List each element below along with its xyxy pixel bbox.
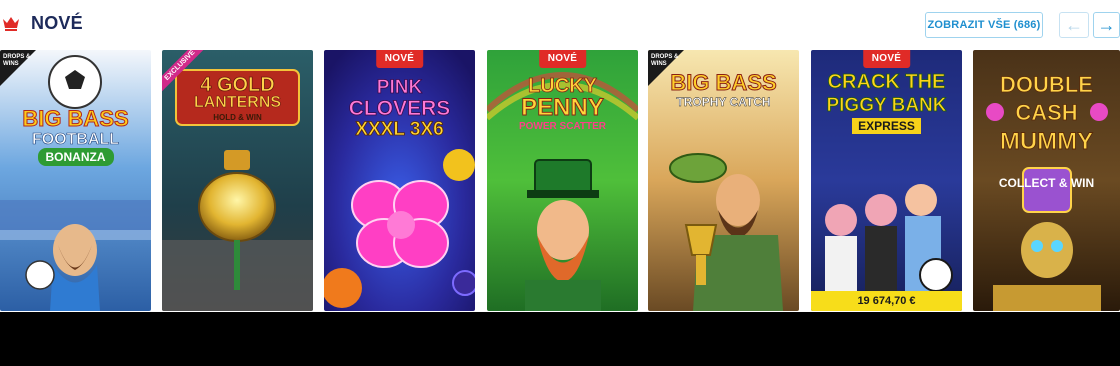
new-tag: NOVÉ (375, 50, 424, 68)
bottom-black-bar (0, 312, 1120, 366)
game-title-line3: XXXL 3X6 (355, 119, 444, 140)
game-tile-pink-clovers[interactable]: NOVÉ PINK CLOVERS XXXL 3X6 (324, 50, 475, 311)
jackpot-amount: 19 674,70 € (811, 291, 962, 311)
game-title-line2: CLOVERS (348, 97, 451, 120)
game-subtitle: COLLECT & WIN (998, 176, 1095, 190)
arrow-right-icon: → (1097, 14, 1116, 35)
game-title-line1: PINK (376, 77, 423, 98)
game-title-line2: FOOTBALL (31, 131, 120, 148)
section-header: NOVÉ ZOBRAZIT VŠE (686) ← → (0, 0, 1120, 50)
game-title-line2: PIGGY BANK (826, 95, 947, 116)
game-tile-big-bass-trophy-catch[interactable]: DROPS & WINS BIG BASS TROPHY CATCH (648, 50, 799, 311)
game-title-line3: BONANZA (0, 148, 151, 166)
game-title-line2: CASH (1015, 100, 1078, 125)
game-tile-lucky-penny[interactable]: NOVÉ LUCKY PENNY POWER SCATTER (487, 50, 638, 311)
games-carousel: DROPS & WINS BIG BASS FOOTBALL BONANZA E… (0, 50, 1120, 312)
game-title-line1: BIG BASS (22, 106, 129, 131)
game-tile-4-gold-lanterns[interactable]: EXCLUSIVE 4 GOLD LANTERNS HOLD & WIN (162, 50, 313, 311)
game-tile-double-cash-mummy[interactable]: DOUBLE CASH MUMMY COLLECT & WIN (973, 50, 1120, 311)
drops-wins-label: DROPS & WINS (3, 54, 31, 67)
drops-wins-label: DROPS & WINS (651, 54, 679, 67)
game-title-line3: HOLD & WIN (213, 113, 262, 122)
game-title-line2: PENNY (521, 94, 605, 121)
game-art (0, 50, 151, 311)
crown-icon (2, 14, 20, 32)
new-games-section: NOVÉ ZOBRAZIT VŠE (686) ← → DROPS & WINS… (0, 0, 1120, 312)
game-title-line2: LANTERNS (193, 94, 282, 111)
game-title-line3: EXPRESS (811, 118, 962, 134)
game-title-line3: POWER SCATTER (518, 121, 607, 132)
game-title-line3: MUMMY (999, 128, 1094, 155)
new-tag: NOVÉ (862, 50, 911, 68)
prev-button[interactable]: ← (1059, 12, 1089, 38)
arrow-left-icon: ← (1065, 14, 1083, 35)
game-tile-crack-the-piggy-bank[interactable]: NOVÉ CRACK THE PIGGY BANK EXPRESS 19 674… (811, 50, 962, 311)
show-all-button[interactable]: ZOBRAZIT VŠE (686) (925, 12, 1043, 38)
game-title-line1: 4 GOLD (200, 74, 275, 96)
game-title-line1: LUCKY (528, 75, 598, 97)
game-title-line2: TROPHY CATCH (676, 95, 771, 109)
game-tile-big-bass-football[interactable]: DROPS & WINS BIG BASS FOOTBALL BONANZA (0, 50, 151, 311)
game-title-line1: CRACK THE (827, 71, 946, 93)
new-tag: NOVÉ (538, 50, 587, 68)
next-button[interactable]: → (1093, 12, 1120, 38)
game-title-line1: DOUBLE (1000, 72, 1094, 97)
section-title: NOVÉ (31, 13, 83, 33)
